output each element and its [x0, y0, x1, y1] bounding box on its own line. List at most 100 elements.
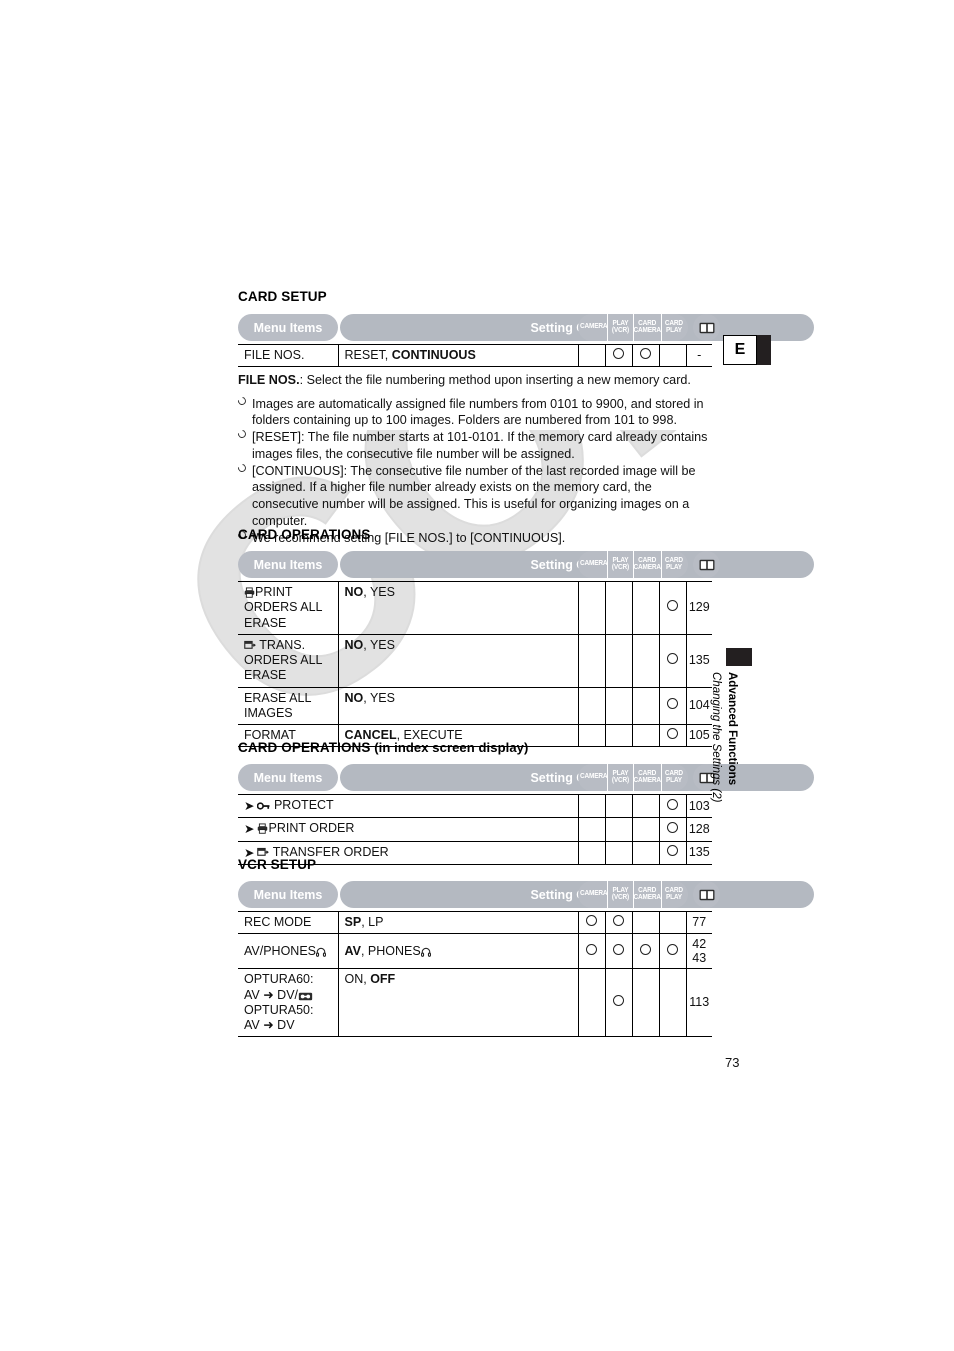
mode-card-camera: CARD CAMERA	[634, 764, 662, 791]
table-row: ➤ PRINT ORDER 128	[238, 817, 712, 842]
mode-camera: CAMERA	[580, 314, 609, 341]
table-header-card-setup: Menu Items Setting Options CAMERA PLAY (…	[238, 314, 814, 341]
mode-mark	[613, 915, 624, 926]
menu-item-label: PRINT ORDERS ALL ERASE	[244, 585, 323, 630]
menu-item-line: OPTURA50:	[244, 1002, 314, 1017]
open-book-glyph	[699, 559, 714, 570]
mode-card-play: CARD PLAY	[664, 769, 683, 784]
section-title-suffix: (in index screen display)	[370, 740, 529, 755]
header-menu-items: Menu Items	[238, 551, 338, 578]
menu-item-label: TRANS. ORDERS ALL ERASE	[244, 637, 323, 683]
table-row: TRANS. ORDERS ALL ERASE NO, YES 135	[238, 634, 712, 688]
headphones-icon	[316, 947, 327, 957]
mode-mark	[667, 798, 678, 810]
table-row: ➤ PROTECT 103	[238, 793, 712, 819]
cell-menu-item: ➤ PRINT ORDER	[238, 817, 579, 842]
manual-page: COPY CARD SETUP Menu Items Setting Optio…	[0, 0, 954, 1351]
header-setting-options: Setting Options	[340, 764, 814, 791]
mode-card-play: CARD PLAY	[664, 319, 683, 334]
header-menu-items: Menu Items	[238, 764, 338, 791]
edge-tab-language: E	[723, 335, 771, 365]
table-row: AV/PHONES AV, PHONES 42 43	[238, 933, 712, 970]
option-bold: AV	[344, 943, 361, 958]
mode-mark	[586, 943, 597, 955]
mode-mark	[613, 348, 624, 359]
cell-menu-item: PRINT ORDERS ALL ERASE	[238, 581, 339, 635]
mode-mark	[586, 915, 597, 926]
printer-icon	[258, 823, 268, 834]
edge-tab-block	[757, 335, 771, 365]
mode-mark	[613, 995, 624, 1007]
option-plain: , LP	[361, 915, 384, 929]
option-plain: , YES	[363, 585, 395, 599]
side-chapter-bold: Advanced Functions	[726, 672, 738, 786]
mode-play-vcr: PLAY (VCR)	[608, 881, 634, 908]
section-title-card-setup: CARD SETUP	[238, 289, 327, 304]
mode-play-vcr: PLAY (VCR)	[608, 551, 634, 578]
list-item-text: [CONTINUOUS]: The consecutive file numbe…	[252, 463, 696, 528]
mode-mark	[667, 821, 678, 833]
cell-menu-item: ➤ PROTECT	[238, 793, 579, 819]
header-mode-columns: CAMERA PLAY (VCR) CARD CAMERA CARD PLAY	[578, 881, 688, 908]
cell-mode-card-play	[658, 910, 687, 935]
table-card-operations: PRINT ORDERS ALL ERASE NO, YES 129 TRANS…	[238, 581, 712, 748]
cell-mode-card-camera	[631, 817, 660, 842]
mode-play-vcr: PLAY (VCR)	[608, 764, 634, 791]
cell-mode-card-play	[658, 724, 687, 748]
cell-mode-card-play	[658, 343, 687, 368]
cell-mode-card-play	[658, 968, 687, 1038]
mode-camera: CAMERA	[580, 551, 609, 578]
mode-mark	[640, 943, 651, 955]
bullet-icon	[236, 428, 248, 440]
cell-mode-card-play	[658, 933, 687, 970]
cell-mode-card-camera	[631, 841, 660, 865]
arrow-right-icon: ➤	[244, 822, 255, 837]
cell-setting-options: NO, YES	[337, 634, 579, 688]
option-plain: , PHONES	[360, 943, 421, 958]
header-mode-columns: CAMERA PLAY (VCR) CARD CAMERA CARD PLAY	[578, 314, 688, 341]
open-book-glyph	[699, 889, 714, 900]
list-item-text: Images are automatically assigned file n…	[252, 396, 704, 428]
cell-mode-play	[604, 968, 633, 1038]
menu-item-label: PRINT ORDER	[268, 821, 355, 836]
cell-menu-item: REC MODE	[238, 910, 339, 935]
header-setting-options: Setting Options	[340, 881, 814, 908]
file-nos-lead-rest: : Select the file numbering method upon …	[299, 373, 691, 387]
mode-card-camera: CARD CAMERA	[634, 314, 662, 341]
cell-page-ref: 113	[685, 968, 712, 1038]
bullet-icon	[236, 395, 248, 407]
cell-mode-camera	[577, 724, 606, 748]
cell-mode-camera	[577, 968, 606, 1038]
cell-mode-card-camera	[631, 933, 660, 970]
cell-mode-play	[604, 933, 633, 970]
mode-mark	[640, 348, 651, 359]
section-title-card-operations-index: CARD OPERATIONS (in index screen display…	[238, 740, 528, 755]
mode-mark	[667, 698, 678, 710]
file-nos-lead: FILE NOS.: Select the file numbering met…	[238, 372, 710, 389]
mode-mark	[667, 728, 678, 739]
table-row: OPTURA60: AV ➜ DV/ OPTURA50: AV ➜ DV ON,…	[238, 968, 712, 1038]
headphones-icon	[420, 947, 431, 957]
list-item-text: [RESET]: The file number starts at 101-0…	[252, 430, 708, 461]
mode-mark	[613, 943, 624, 955]
file-nos-lead-bold: FILE NOS.	[238, 373, 300, 387]
table-row: ERASE ALL IMAGES NO, YES 104	[238, 687, 712, 725]
page-number: 73	[725, 1055, 740, 1070]
side-marker-block	[726, 648, 752, 666]
table-row: PRINT ORDERS ALL ERASE NO, YES 129	[238, 581, 712, 635]
key-icon	[257, 802, 270, 810]
mode-mark	[667, 600, 678, 612]
option-bold: CONTINUOUS	[391, 348, 476, 362]
table-vcr-setup: REC MODE SP, LP 77 AV/PHONES AV, PHONES …	[238, 910, 712, 1038]
mode-card-play: CARD PLAY	[664, 556, 683, 571]
section-title-vcr-setup: VCR SETUP	[238, 857, 317, 872]
cell-menu-item: TRANS. ORDERS ALL ERASE	[238, 634, 339, 688]
mode-play-vcr: PLAY (VCR)	[608, 314, 634, 341]
cell-mode-camera	[577, 910, 606, 935]
mode-mark	[667, 653, 678, 664]
menu-item-label: PROTECT	[273, 798, 334, 812]
bullet-icon	[236, 462, 248, 474]
side-section-italic: Changing the Settings (2)	[710, 672, 722, 803]
mode-mark	[667, 943, 678, 955]
cell-mode-card-play	[658, 687, 687, 725]
